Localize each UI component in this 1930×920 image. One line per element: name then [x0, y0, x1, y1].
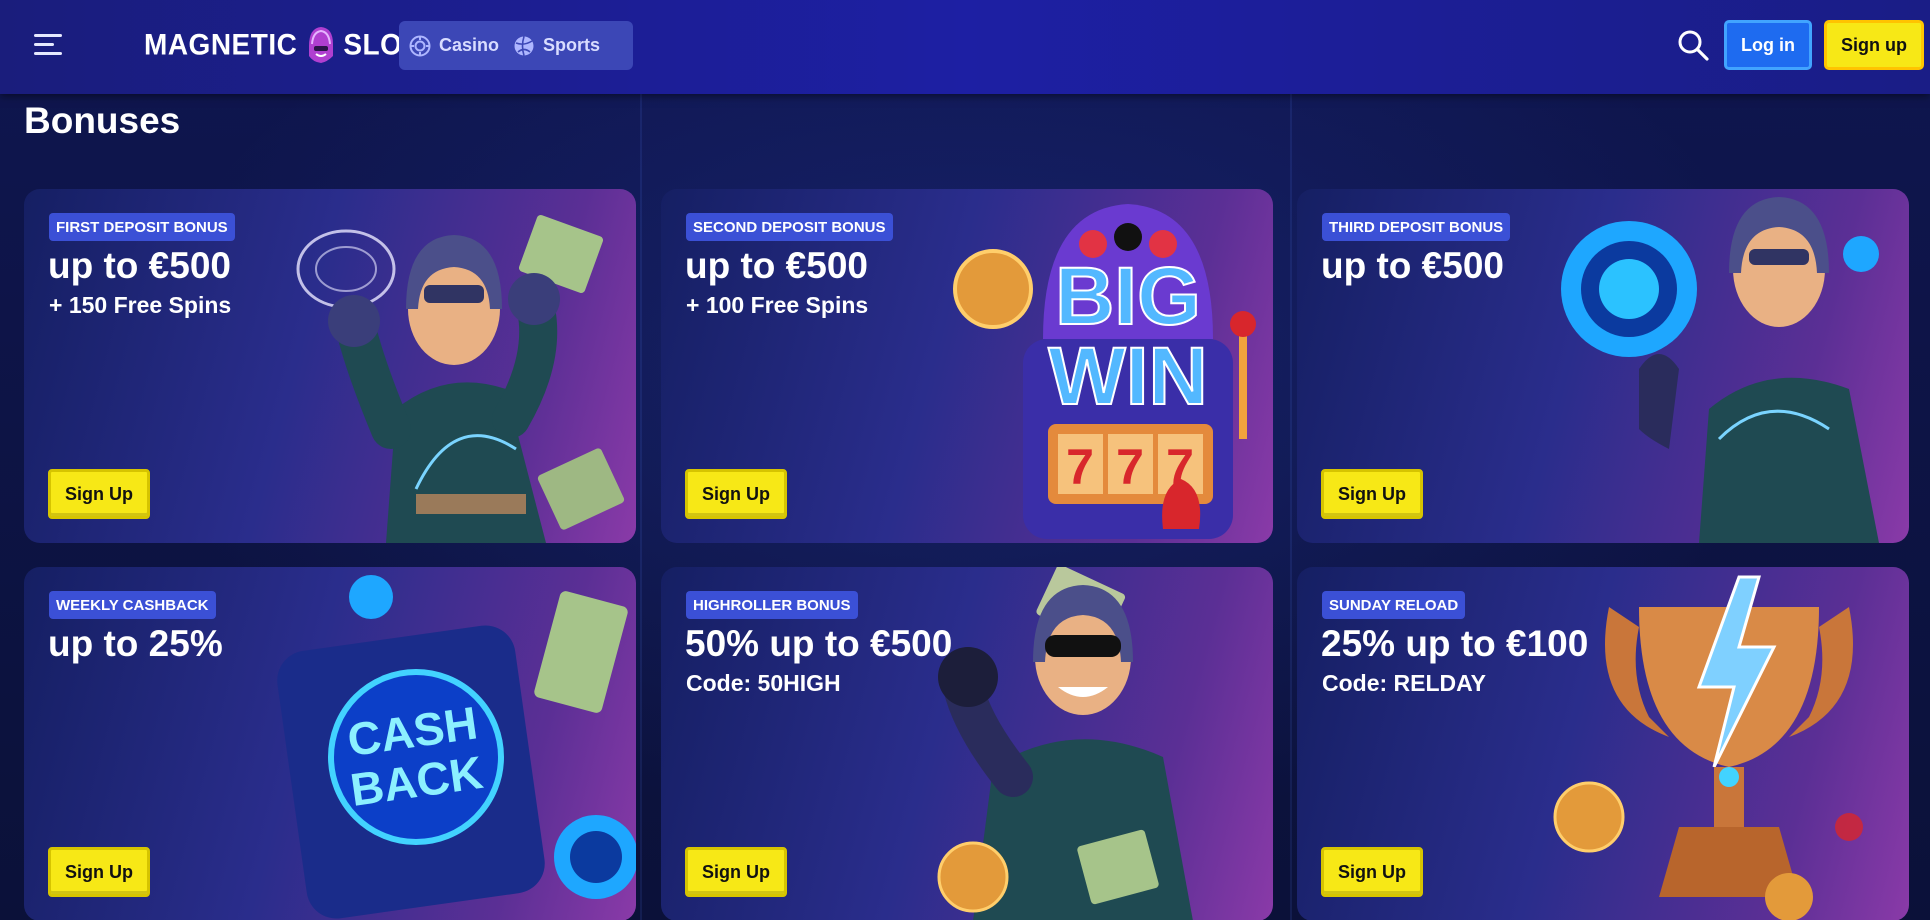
- bonus-amount: 25% up to €100: [1321, 623, 1589, 664]
- nav-casino-label: Casino: [439, 35, 500, 55]
- page: MAGNETIC SLOTS Casino Sports Log in Sign…: [0, 0, 1930, 920]
- helmet-logo-icon: [309, 27, 334, 63]
- svg-text:7: 7: [1116, 439, 1144, 495]
- nav-sports-label: Sports: [543, 35, 601, 55]
- nav-sports[interactable]: Sports: [513, 35, 600, 57]
- bonus-amount: up to €500: [1321, 245, 1504, 286]
- hero-sunglasses-illustration: [937, 567, 1193, 920]
- bonus-badge: SUNDAY RELOAD: [1322, 591, 1466, 619]
- card-signup-button[interactable]: Sign Up: [685, 469, 787, 519]
- bonus-amount: up to €500: [685, 245, 868, 286]
- bonus-extra: + 100 Free Spins: [686, 292, 869, 318]
- main-nav: Casino Sports: [399, 21, 633, 70]
- top-header: MAGNETIC SLOTS Casino Sports Log in Sign…: [0, 0, 1930, 94]
- bonus-card-weekly-cashback[interactable]: CASH BACK WEEKLY CASHBACK up to 25% Sign…: [24, 567, 636, 920]
- hamburger-menu-icon[interactable]: [34, 34, 62, 56]
- svg-text:7: 7: [1066, 439, 1094, 495]
- login-button[interactable]: Log in: [1724, 20, 1812, 70]
- ball-icon: [514, 35, 534, 56]
- search-icon[interactable]: [1676, 28, 1710, 62]
- trophy-lightning-illustration: [1553, 575, 1863, 920]
- bonus-extra: + 150 Free Spins: [49, 292, 232, 318]
- hero-character-illustration: [296, 214, 625, 543]
- hero-with-chip-illustration: [1561, 197, 1879, 543]
- bonus-card-first-deposit[interactable]: FIRST DEPOSIT BONUS up to €500 + 150 Fre…: [24, 189, 636, 543]
- bonus-code: Code: RELDAY: [1322, 670, 1486, 696]
- svg-text:WIN: WIN: [1048, 331, 1207, 422]
- big-win-slot-machine-illustration: BIG WIN 7 7 7: [953, 204, 1256, 539]
- background-glow-line: [640, 94, 642, 920]
- background-glow-line: [1290, 94, 1292, 920]
- bonus-amount: up to 25%: [48, 623, 223, 664]
- bonus-badge: WEEKLY CASHBACK: [49, 591, 216, 619]
- site-logo[interactable]: MAGNETIC SLOTS: [144, 20, 439, 70]
- card-signup-button[interactable]: Sign Up: [1321, 469, 1423, 519]
- bonus-badge: FIRST DEPOSIT BONUS: [49, 213, 235, 241]
- bonus-card-highroller[interactable]: HIGHROLLER BONUS 50% up to €500 Code: 50…: [661, 567, 1273, 920]
- bonus-amount: up to €500: [48, 245, 231, 286]
- card-signup-button[interactable]: Sign Up: [48, 847, 150, 897]
- logo-text-left: MAGNETIC: [144, 28, 298, 61]
- casino-chip-icon: [409, 35, 431, 56]
- bonus-card-second-deposit[interactable]: BIG WIN 7 7 7 SECOND DEPOSIT BONUS up to…: [661, 189, 1273, 543]
- bonus-amount: 50% up to €500: [685, 623, 953, 664]
- svg-text:BIG: BIG: [1055, 251, 1201, 342]
- bonus-badge: HIGHROLLER BONUS: [686, 591, 858, 619]
- bonus-card-third-deposit[interactable]: THIRD DEPOSIT BONUS up to €500 Sign Up: [1297, 189, 1909, 543]
- cashback-device-illustration: CASH BACK: [277, 575, 636, 919]
- card-signup-button[interactable]: Sign Up: [1321, 847, 1423, 897]
- card-signup-button[interactable]: Sign Up: [685, 847, 787, 897]
- bonus-code: Code: 50HIGH: [686, 670, 841, 696]
- card-signup-button[interactable]: Sign Up: [48, 469, 150, 519]
- signup-button[interactable]: Sign up: [1824, 20, 1924, 70]
- nav-casino[interactable]: Casino: [409, 35, 499, 57]
- bonus-badge: SECOND DEPOSIT BONUS: [686, 213, 893, 241]
- bonus-badge: THIRD DEPOSIT BONUS: [1322, 213, 1511, 241]
- page-title: Bonuses: [24, 100, 181, 141]
- bonus-card-sunday-reload[interactable]: SUNDAY RELOAD 25% up to €100 Code: RELDA…: [1297, 567, 1909, 920]
